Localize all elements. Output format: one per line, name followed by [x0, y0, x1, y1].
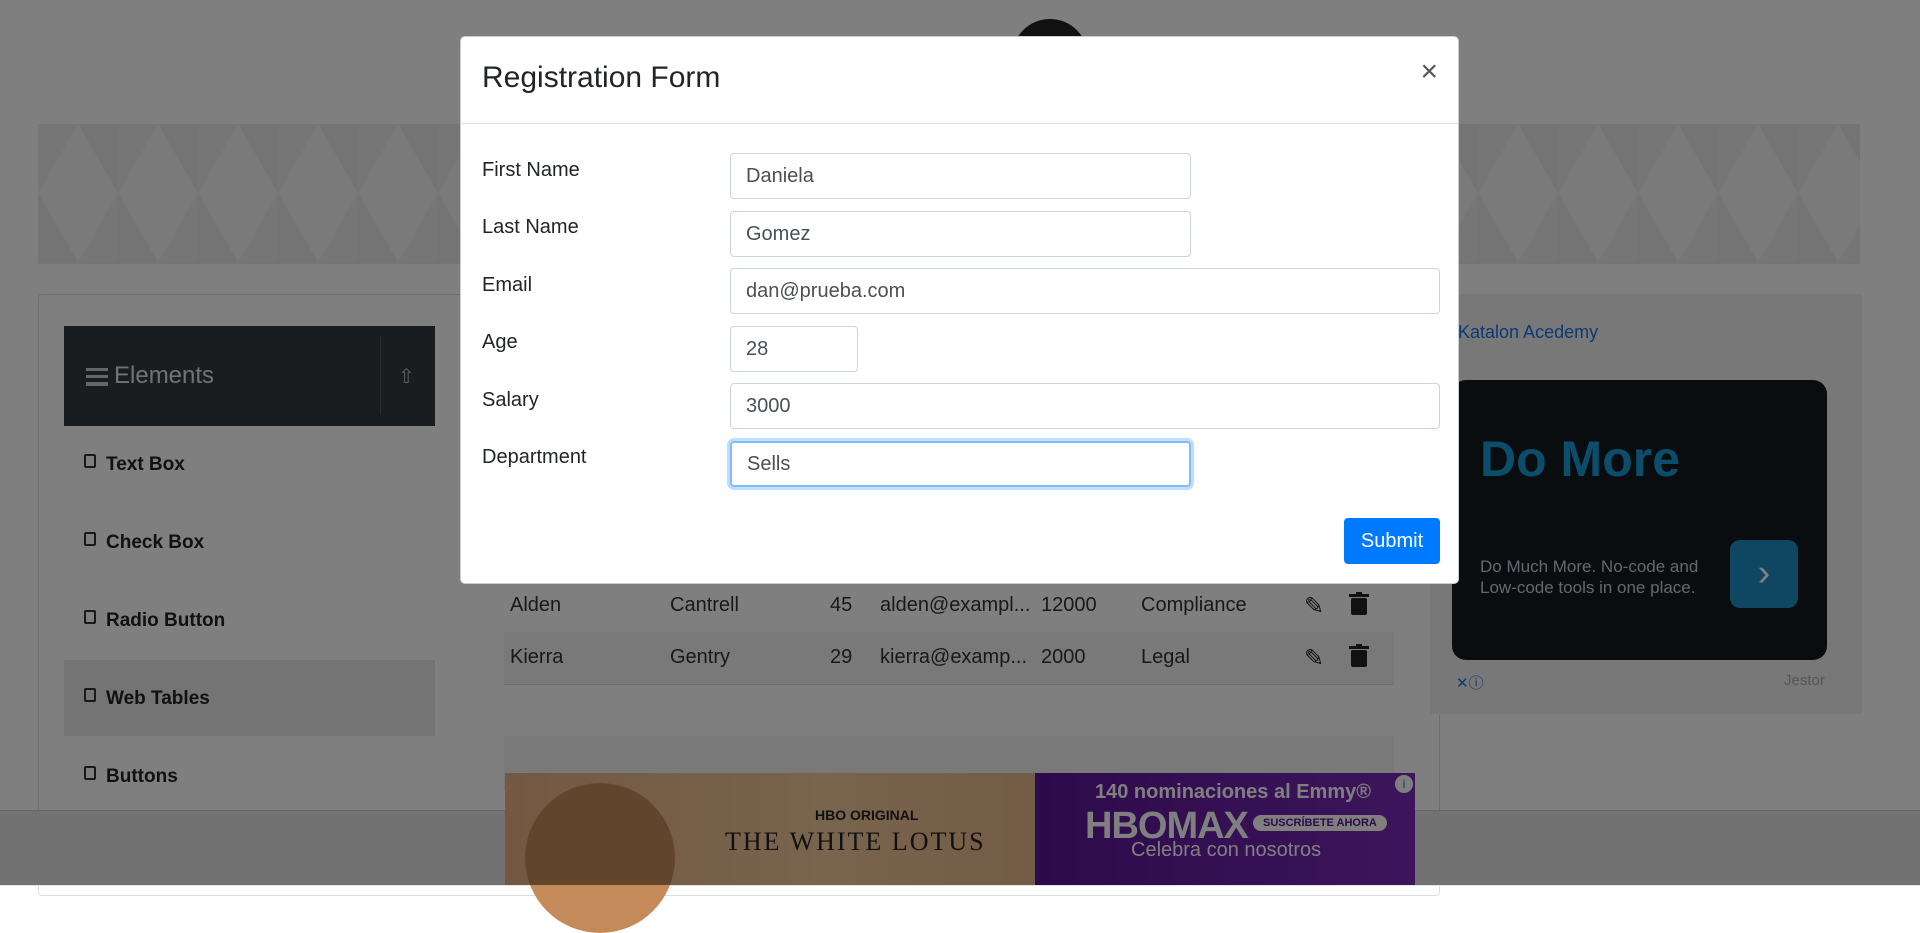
registration-form-modal: Registration Form × First Name Last Name…: [460, 36, 1459, 584]
close-icon[interactable]: ×: [1420, 57, 1438, 87]
modal-header: Registration Form ×: [461, 37, 1458, 124]
salary-input[interactable]: [730, 383, 1440, 429]
email-label: Email: [482, 274, 533, 296]
first-name-label: First Name: [482, 159, 580, 181]
age-label: Age: [482, 331, 518, 353]
last-name-label: Last Name: [482, 216, 579, 238]
age-input[interactable]: [730, 326, 858, 372]
modal-title: Registration Form: [482, 61, 721, 94]
department-label: Department: [482, 446, 587, 468]
submit-button[interactable]: Submit: [1344, 518, 1440, 564]
salary-label: Salary: [482, 389, 539, 411]
email-input[interactable]: [730, 268, 1440, 314]
last-name-input[interactable]: [730, 211, 1191, 257]
first-name-input[interactable]: [730, 153, 1191, 199]
department-input[interactable]: [730, 441, 1191, 487]
